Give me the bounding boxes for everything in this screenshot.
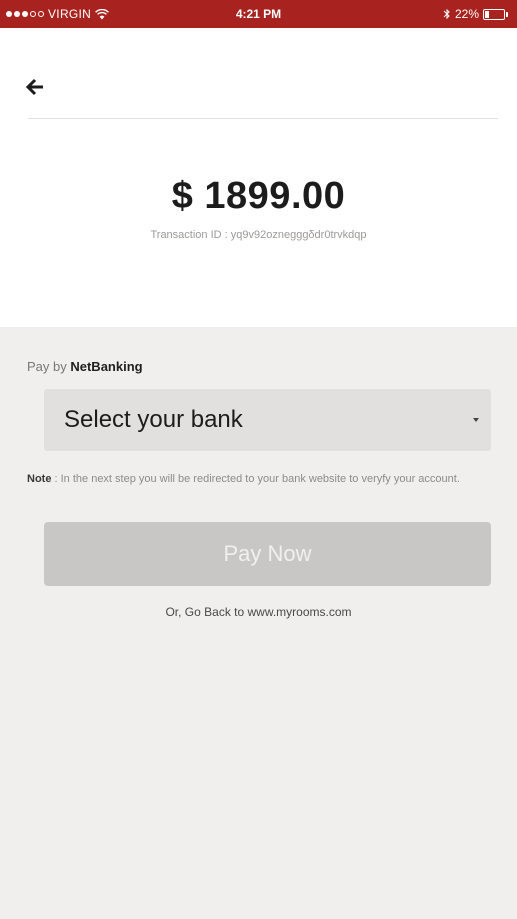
caret-down-icon xyxy=(473,418,479,422)
pay-by-prefix: Pay by xyxy=(27,359,71,374)
back-button[interactable] xyxy=(22,74,48,100)
note-text: : In the next step you will be redirecte… xyxy=(51,473,460,485)
status-right: 22% xyxy=(443,7,509,21)
go-back-link[interactable]: www.myrooms.com xyxy=(248,605,352,619)
payment-amount: $ 1899.00 xyxy=(171,175,346,217)
back-arrow-icon xyxy=(25,78,43,96)
payment-section: Pay by NetBanking Select your bank Note … xyxy=(0,327,517,919)
status-bar: VIRGIN 4:21 PM 22% xyxy=(0,0,517,28)
pay-now-button[interactable]: Pay Now xyxy=(44,522,491,586)
battery-fill xyxy=(485,10,489,18)
battery-percent: 22% xyxy=(454,7,479,21)
battery-tip xyxy=(506,11,508,17)
amount-card: $ 1899.00 Transaction ID : yq9v92ozneggg… xyxy=(0,119,517,327)
pay-by-label: Pay by NetBanking xyxy=(27,359,143,374)
note-label: Note xyxy=(27,473,52,485)
redirect-note: Note : In the next step you will be redi… xyxy=(27,472,497,487)
bank-select-label: Select your bank xyxy=(64,406,243,433)
status-time: 4:21 PM xyxy=(235,7,282,21)
header xyxy=(0,28,517,120)
transaction-id: Transaction ID : yq9v92oznegggδdr0trvkdq… xyxy=(150,229,367,241)
battery-icon xyxy=(483,8,509,20)
pay-by-method: NetBanking xyxy=(70,359,143,374)
bank-select[interactable]: Select your bank xyxy=(44,389,491,451)
go-back-text: Or, Go Back to www.myrooms.com xyxy=(0,605,517,619)
bluetooth-icon xyxy=(443,8,450,20)
go-back-prefix: Or, Go Back to xyxy=(165,605,248,619)
